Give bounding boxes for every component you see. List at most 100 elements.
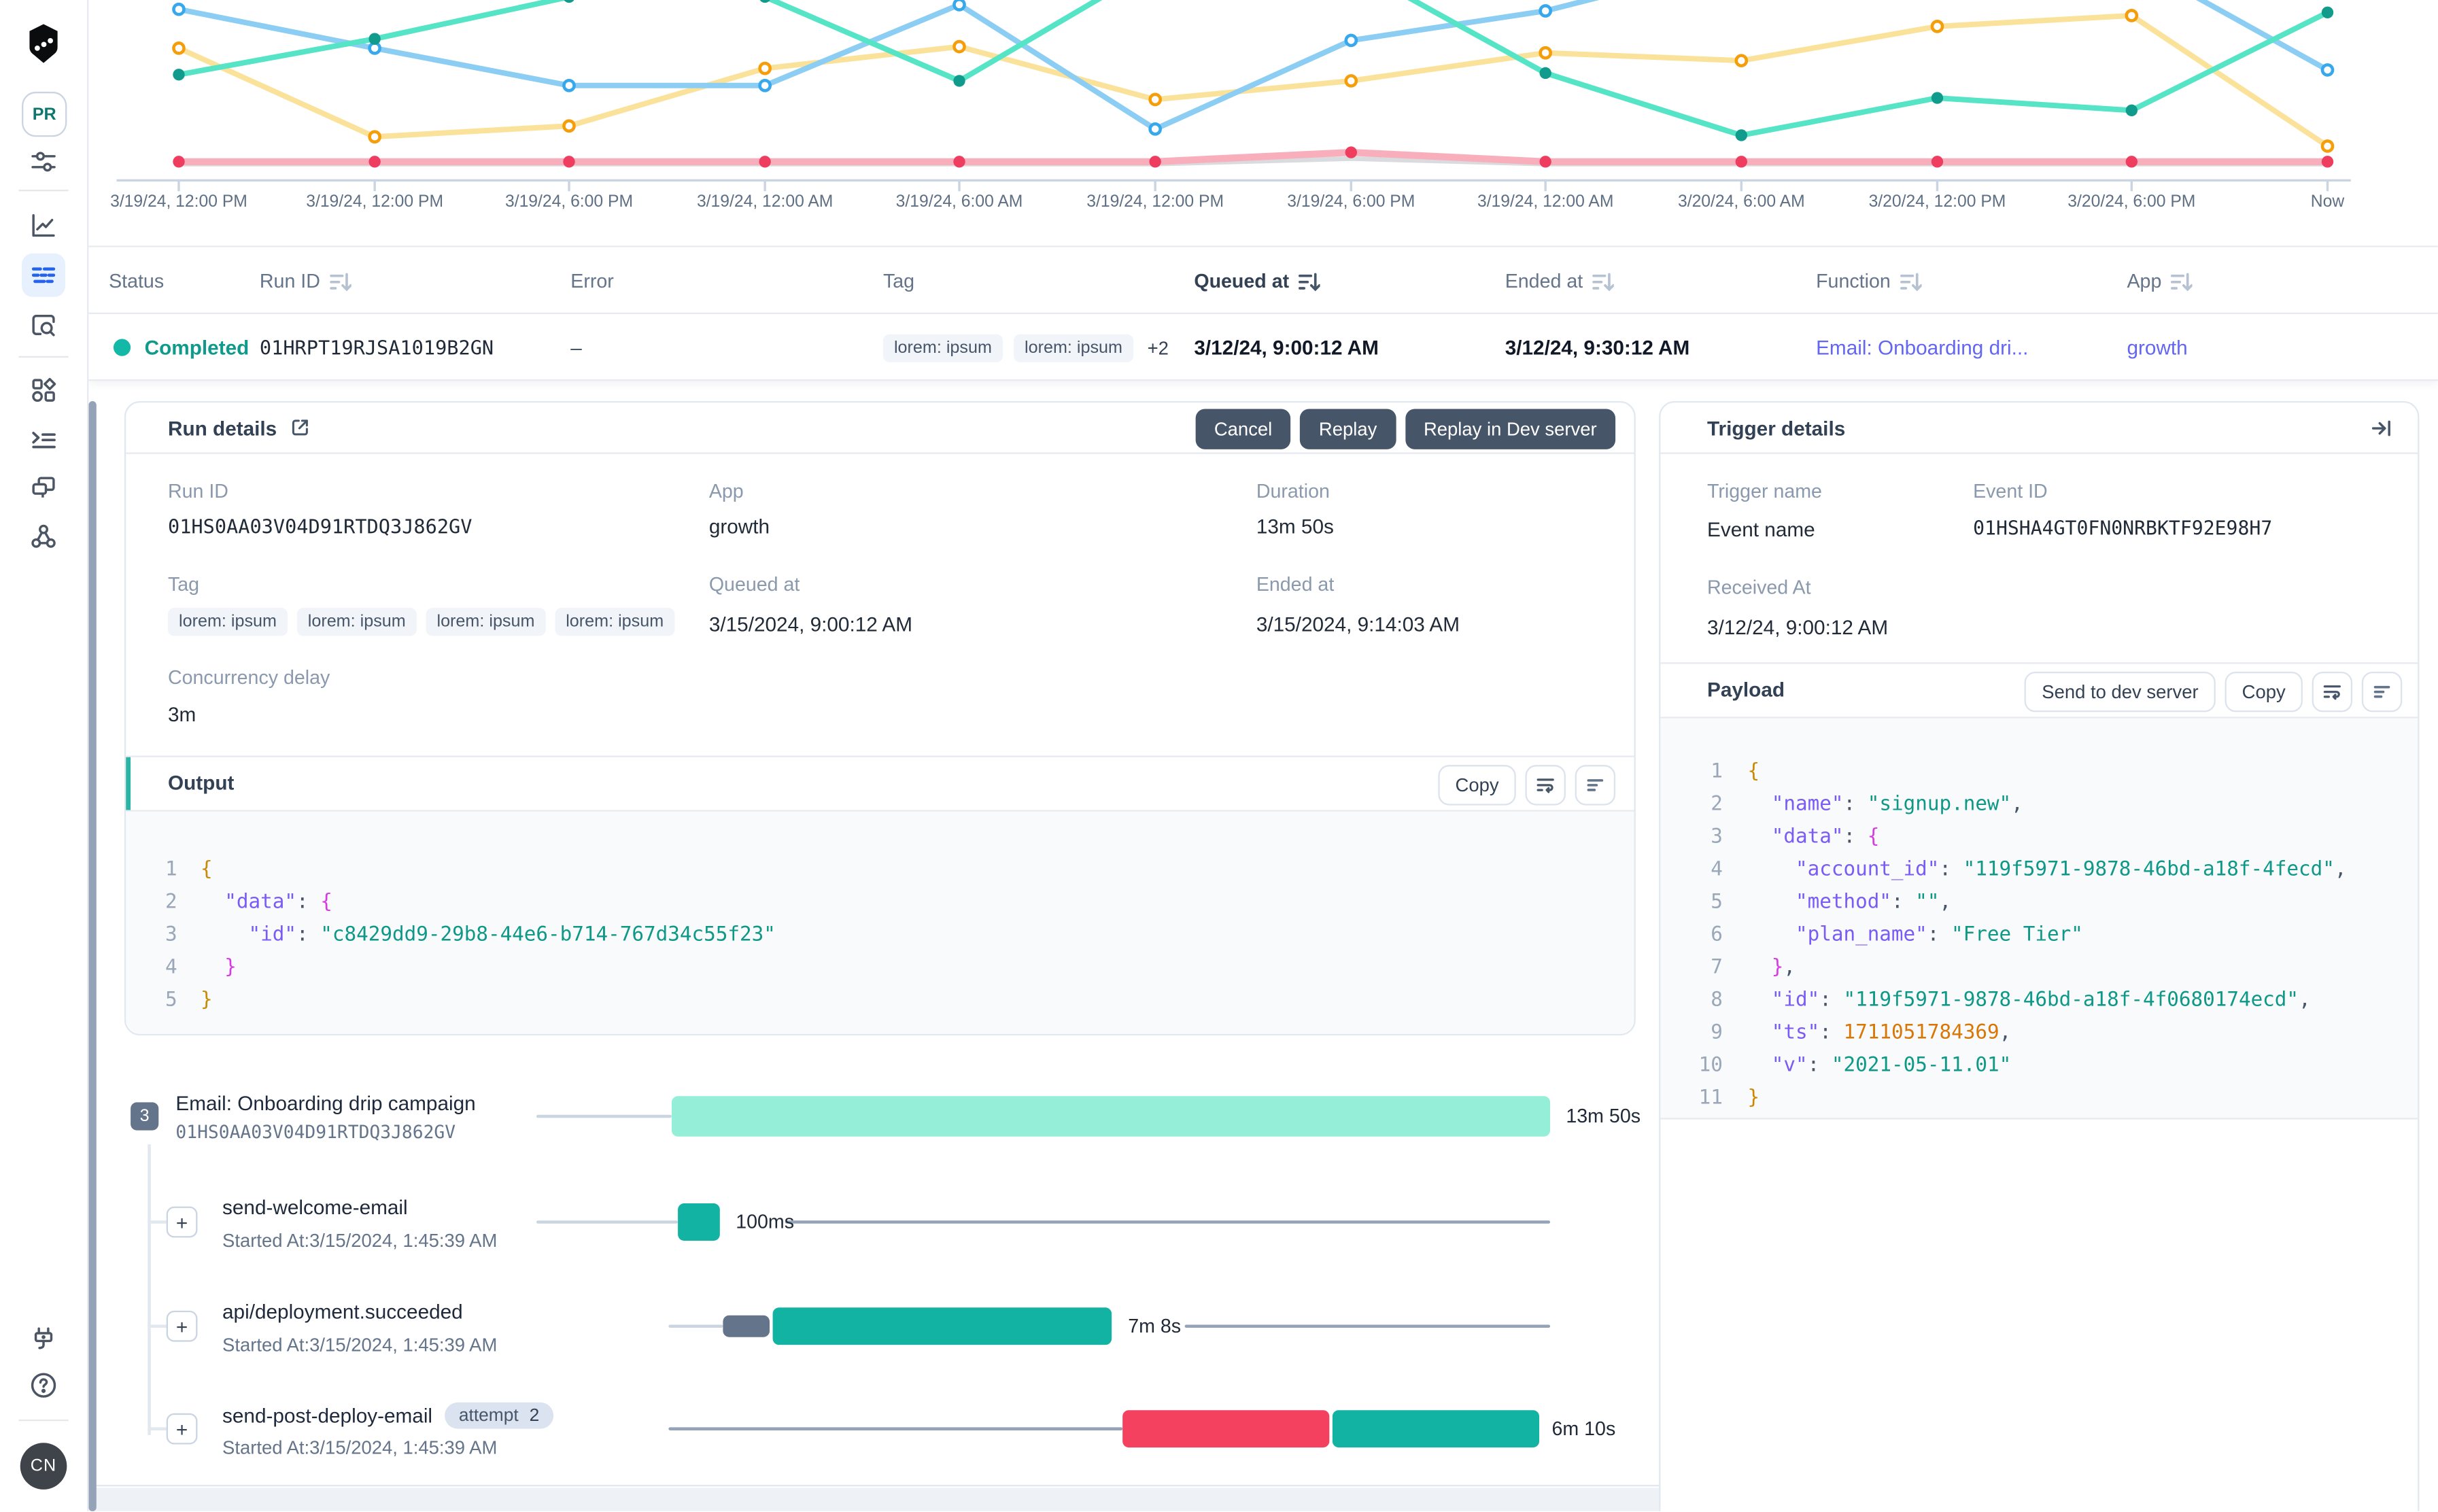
column-header-app[interactable]: App xyxy=(2127,247,2193,316)
line-number: 3 xyxy=(1711,825,1723,849)
run-details-title: Run details xyxy=(168,416,311,439)
runs-dashboard: 3/19/24, 12:00 PM 3/19/24, 12:00 PM 3/19/2… xyxy=(0,0,2438,1511)
trace-line xyxy=(536,1220,679,1224)
run-trace-timeline: 3 Email: Onboarding drip campaign 01HS0AA0… xyxy=(88,1035,1660,1487)
page-background-band xyxy=(88,1488,1660,1511)
sidebar: PR CN xyxy=(0,0,89,1511)
line-number: 9 xyxy=(1711,1021,1723,1045)
trace-line xyxy=(536,1114,672,1118)
x-tick-label: 3/20/24, 6:00 PM xyxy=(2067,192,2196,212)
cancel-button[interactable]: Cancel xyxy=(1195,408,1291,449)
line-number: 10 xyxy=(1698,1054,1723,1078)
app-link[interactable]: growth xyxy=(2127,336,2187,359)
code-line: 6 "plan_name": "Free Tier" xyxy=(1660,919,2418,952)
webhook-icon[interactable] xyxy=(28,521,59,552)
trace-bar-teal[interactable] xyxy=(678,1203,720,1241)
trace-bar-teal[interactable] xyxy=(772,1307,1112,1345)
line-number: 4 xyxy=(165,956,177,980)
code-text: "method": "", xyxy=(1795,891,1952,914)
code-text: "account_id": "119f5971-9878-46bd-a18f-4… xyxy=(1795,858,2347,882)
help-icon[interactable] xyxy=(28,1370,59,1401)
x-tick-label: 3/19/24, 6:00 AM xyxy=(895,192,1023,212)
word-wrap-icon[interactable] xyxy=(1525,764,1566,805)
sidebar-divider xyxy=(18,190,69,192)
collapse-panel-icon[interactable] xyxy=(2369,417,2392,440)
payload-copy-button[interactable]: Copy xyxy=(2225,670,2303,712)
code-text: }, xyxy=(1771,956,1796,980)
trace-bar-teal[interactable] xyxy=(1333,1410,1539,1448)
column-header-ended-at[interactable]: Ended at xyxy=(1505,247,1614,316)
runs-list-icon[interactable] xyxy=(28,260,59,291)
duration-label: 6m 10s xyxy=(1551,1418,1616,1440)
external-link-icon[interactable] xyxy=(290,417,311,439)
column-label: Run ID xyxy=(259,270,320,292)
step-name-label: send-post-deploy-email xyxy=(222,1404,433,1428)
data-point-teal xyxy=(1539,67,1551,80)
sidebar-divider xyxy=(18,1419,69,1422)
events-icon[interactable] xyxy=(28,424,59,456)
series-rose xyxy=(178,148,2328,165)
expand-step-button[interactable]: + xyxy=(166,1413,198,1445)
app-link[interactable]: growth xyxy=(709,515,770,538)
column-header-error: Error xyxy=(570,247,614,316)
expand-step-button[interactable]: + xyxy=(166,1310,198,1342)
ended-at-label: Ended at xyxy=(1256,573,1335,596)
ended-at-cell: 3/12/24, 9:30:12 AM xyxy=(1505,335,1690,360)
x-tick-label: 3/19/24, 12:00 AM xyxy=(696,192,834,212)
line-number: 7 xyxy=(1711,956,1723,980)
word-wrap-icon[interactable] xyxy=(2312,670,2353,712)
data-point-rose xyxy=(1931,156,1944,168)
output-copy-button[interactable]: Copy xyxy=(1438,764,1516,805)
run-id-cell: 01HRPT19RJSA1019B2GN xyxy=(259,335,494,360)
dev-server-icon[interactable] xyxy=(28,1323,59,1354)
app-label: App xyxy=(708,480,744,502)
table-row[interactable]: Completed 01HRPT19RJSA1019B2GN – lorem: ips… xyxy=(88,313,2438,381)
duration-label: 13m 50s xyxy=(1566,1105,1641,1128)
replay-button[interactable]: Replay xyxy=(1300,408,1396,449)
data-point-amber xyxy=(952,39,966,54)
data-point-teal xyxy=(953,75,965,87)
column-label: Tag xyxy=(882,270,915,292)
code-line: 4 } xyxy=(126,952,1634,984)
output-title: Output xyxy=(167,771,235,795)
ended-at-value: 3/15/2024, 9:14:03 AM xyxy=(1256,613,1460,636)
code-text: "name": "signup.new", xyxy=(1771,793,2023,817)
user-avatar[interactable]: CN xyxy=(20,1443,67,1490)
line-number: 5 xyxy=(165,989,177,1012)
expand-step-button[interactable]: + xyxy=(166,1206,198,1238)
filter-sliders-icon[interactable] xyxy=(28,146,59,177)
data-point-amber xyxy=(2320,139,2335,153)
data-point-amber xyxy=(172,41,186,55)
event-id-value: 01HSHA4GT0FN0NRBKTF92E98H7 xyxy=(1973,517,2273,540)
environments-icon[interactable] xyxy=(28,472,59,504)
trace-bar-rose[interactable] xyxy=(1122,1410,1329,1448)
tag-cell: lorem: ipsum lorem: ipsum +2 xyxy=(882,314,1169,381)
trace-bar-mint[interactable] xyxy=(671,1096,1551,1137)
column-header-run-id[interactable]: Run ID xyxy=(260,247,351,316)
scrollbar-thumb[interactable] xyxy=(88,401,97,1511)
data-point-sky xyxy=(1539,4,1553,18)
data-point-rose xyxy=(173,156,185,168)
x-tick-label: 3/19/24, 12:00 PM xyxy=(110,192,247,212)
column-label: Function xyxy=(1816,270,1891,292)
data-point-rose xyxy=(2321,156,2334,168)
event-search-icon[interactable] xyxy=(28,309,59,341)
column-header-queued-at[interactable]: Queued at xyxy=(1194,247,1320,316)
function-link[interactable]: Email: Onboarding dri... xyxy=(1816,336,2028,359)
metrics-chart-icon[interactable] xyxy=(28,210,59,241)
environment-badge[interactable]: PR xyxy=(22,91,67,137)
replay-dev-server-button[interactable]: Replay in Dev server xyxy=(1405,408,1616,449)
column-label: Status xyxy=(109,270,165,292)
format-align-icon[interactable] xyxy=(1575,764,1616,805)
inngest-logo[interactable] xyxy=(22,22,65,65)
column-header-function[interactable]: Function xyxy=(1816,247,1922,316)
payload-section-header: Payload Send to dev server Copy xyxy=(1660,662,2418,719)
event-id-label: Event ID xyxy=(1973,480,2048,502)
code-line: 7 }, xyxy=(1660,952,2418,984)
apps-icon[interactable] xyxy=(28,375,59,406)
queued-at-value: 3/15/2024, 9:00:12 AM xyxy=(708,613,913,636)
trace-bar-slate[interactable] xyxy=(723,1315,770,1337)
format-align-icon[interactable] xyxy=(2361,670,2403,712)
send-to-dev-server-button[interactable]: Send to dev server xyxy=(2025,670,2216,712)
attempt-label: attempt xyxy=(458,1406,519,1425)
